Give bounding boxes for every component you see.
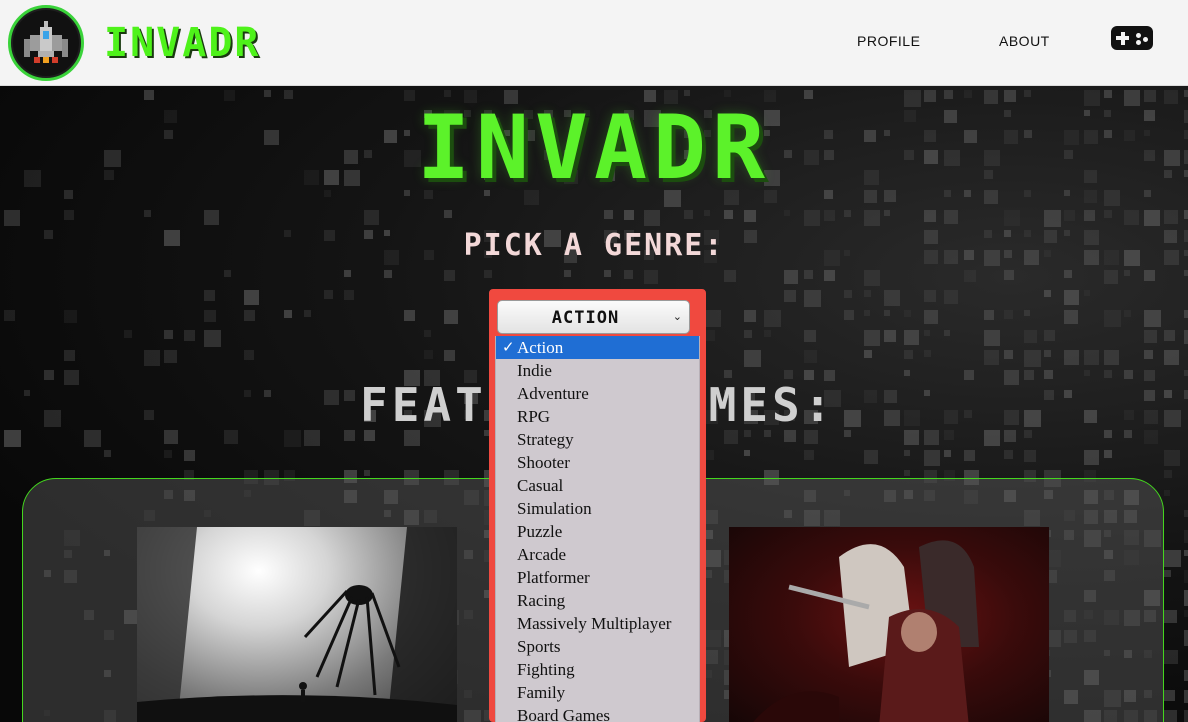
genre-option-label: Simulation xyxy=(517,499,592,518)
genre-option-label: Family xyxy=(517,683,566,702)
genre-option[interactable]: Strategy xyxy=(496,428,699,451)
genre-option[interactable]: Racing xyxy=(496,589,699,612)
genre-option-label: Puzzle xyxy=(517,522,563,541)
brand-wordmark[interactable]: INVADR xyxy=(104,20,261,66)
genre-option[interactable]: Indie xyxy=(496,359,699,382)
genre-option-label: RPG xyxy=(517,407,551,426)
genre-option-label: Board Games xyxy=(517,706,611,722)
genre-option-label: Sports xyxy=(517,637,561,656)
chevron-down-icon: ⌄ xyxy=(672,310,682,323)
genre-option[interactable]: RPG xyxy=(496,405,699,428)
genre-option[interactable]: Sports xyxy=(496,635,699,658)
genre-option-label: Action xyxy=(517,338,564,357)
gamepad-icon[interactable] xyxy=(1111,26,1153,50)
genre-option[interactable]: ✓ Action xyxy=(496,336,699,359)
darkest-dungeon-artwork xyxy=(753,540,979,722)
genre-option[interactable]: Casual xyxy=(496,474,699,497)
spaceship-logo-icon[interactable] xyxy=(8,5,84,81)
genre-option-label: Casual xyxy=(517,476,564,495)
genre-option[interactable]: Platformer xyxy=(496,566,699,589)
top-navbar: INVADR PROFILE ABOUT xyxy=(0,0,1188,86)
genre-option-label: Arcade xyxy=(517,545,567,564)
genre-option[interactable]: Shooter xyxy=(496,451,699,474)
genre-option-label: Shooter xyxy=(517,453,570,472)
genre-option-label: Indie xyxy=(517,361,552,380)
checkmark-icon: ✓ xyxy=(502,338,515,356)
pick-genre-label: PICK A GENRE: xyxy=(463,228,725,263)
genre-option[interactable]: Puzzle xyxy=(496,520,699,543)
featured-game-card-limbo[interactable] xyxy=(137,527,457,722)
genre-dropdown-list[interactable]: ✓ Action Indie Adventure RPG Strategy Shooter C… xyxy=(495,336,700,722)
genre-option-label: Racing xyxy=(517,591,566,610)
genre-option-label: Platformer xyxy=(517,568,590,587)
genre-option-label: Adventure xyxy=(517,384,589,403)
hero-title: INVADR xyxy=(417,96,771,199)
nav-profile-link[interactable]: PROFILE xyxy=(857,33,920,49)
genre-option[interactable]: Adventure xyxy=(496,382,699,405)
genre-option[interactable]: Massively Multiplayer xyxy=(496,612,699,635)
limbo-artwork xyxy=(137,527,457,722)
genre-option[interactable]: Family xyxy=(496,681,699,704)
genre-option-label: Strategy xyxy=(517,430,574,449)
genre-option[interactable]: Board Games xyxy=(496,704,699,722)
genre-option-label: Massively Multiplayer xyxy=(517,614,672,633)
nav-about-link[interactable]: ABOUT xyxy=(999,33,1050,49)
featured-game-card-darkest-dungeon[interactable] xyxy=(729,527,1049,722)
genre-option[interactable]: Arcade xyxy=(496,543,699,566)
genre-select-value: ACTION xyxy=(551,308,620,328)
genre-option-label: Fighting xyxy=(517,660,575,679)
genre-option[interactable]: Fighting xyxy=(496,658,699,681)
genre-option[interactable]: Simulation xyxy=(496,497,699,520)
genre-select[interactable]: ACTION ⌄ xyxy=(497,300,690,334)
